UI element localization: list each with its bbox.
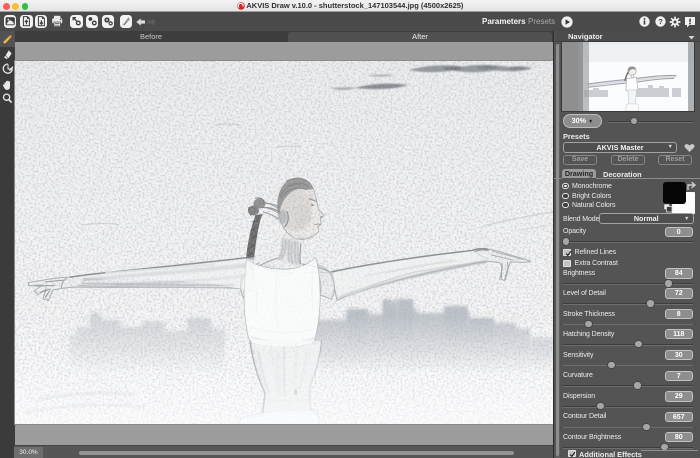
svg-text:?: ? [658, 18, 663, 27]
